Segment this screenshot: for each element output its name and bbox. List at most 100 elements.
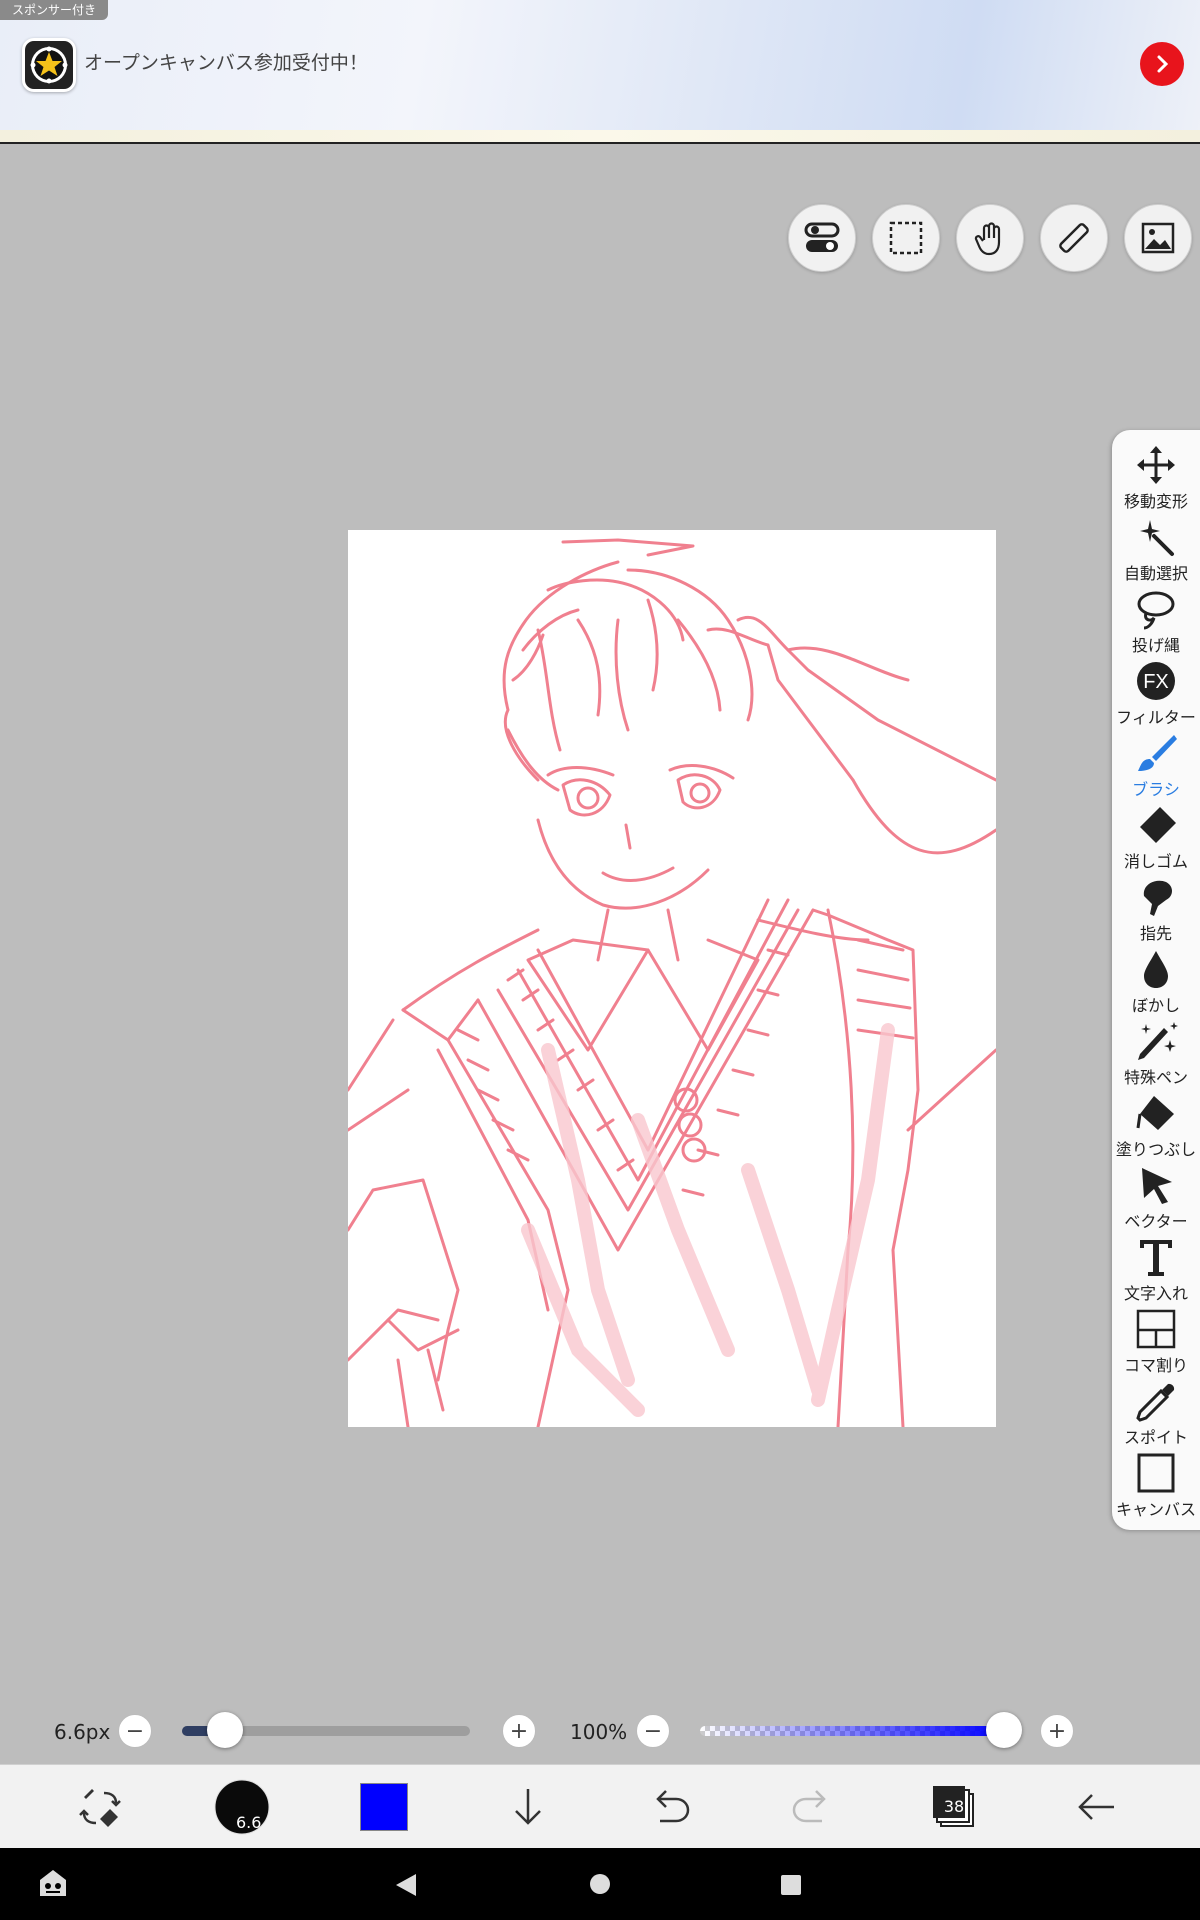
tool-filter[interactable]: FX フィルター (1112, 660, 1200, 732)
selection-icon (889, 221, 923, 255)
tool-label: キャンバス (1115, 1500, 1196, 1519)
tool-label: 塗りつぶし (1115, 1140, 1197, 1159)
tool-label: 特殊ペン (1123, 1068, 1188, 1087)
tool-vector[interactable]: ベクター (1112, 1164, 1200, 1236)
bucket-icon (1136, 1096, 1174, 1130)
toggle-button[interactable] (788, 204, 856, 272)
app-logo-icon (22, 38, 76, 92)
canvas-icon (1137, 1453, 1175, 1493)
redo-icon (792, 1790, 826, 1823)
fx-icon: FX (1137, 662, 1175, 700)
minus-icon: − (643, 1718, 663, 1744)
system-nav-bar (0, 1848, 1200, 1920)
tool-label: 指先 (1139, 924, 1172, 943)
tool-lasso[interactable]: 投げ縄 (1112, 588, 1200, 660)
opacity-decrease-button[interactable]: − (636, 1714, 670, 1748)
arrow-cursor-icon (1142, 1168, 1172, 1204)
minus-icon: − (125, 1718, 145, 1744)
tool-label: 移動変形 (1123, 492, 1188, 511)
tool-fill[interactable]: 塗りつぶし (1112, 1092, 1200, 1164)
swap-tool-button[interactable] (70, 1777, 130, 1837)
tool-panel-split[interactable]: コマ割り (1112, 1308, 1200, 1380)
tool-label: 消しゴム (1123, 852, 1188, 871)
back-button[interactable] (1066, 1777, 1126, 1837)
ad-stripe (0, 130, 1200, 142)
ruler-icon (1059, 223, 1089, 253)
hand-button[interactable] (956, 204, 1024, 272)
brush-icon (1138, 735, 1177, 771)
tool-label: コマ割り (1123, 1356, 1188, 1375)
tool-label: 投げ縄 (1131, 636, 1180, 655)
tool-canvas[interactable]: キャンバス (1112, 1452, 1200, 1524)
sketch-artwork (348, 538, 996, 1427)
size-increase-button[interactable]: + (502, 1714, 536, 1748)
bottom-toolbar: 6.6 38 (0, 1764, 1200, 1849)
ad-text[interactable]: オープンキャンバス参加受付中！ (84, 48, 368, 75)
brush-preview-button[interactable]: 6.6 (212, 1777, 272, 1837)
layers-count: 38 (943, 1797, 965, 1816)
sponsor-label: スポンサー付き (0, 0, 109, 20)
tool-move[interactable]: 移動変形 (1112, 444, 1200, 516)
svg-text:FX: FX (1143, 671, 1169, 693)
plus-icon: + (509, 1718, 529, 1744)
brush-preview-label: 6.6 (236, 1813, 262, 1832)
tool-blur[interactable]: ぼかし (1112, 948, 1200, 1020)
size-decrease-button[interactable]: − (118, 1714, 152, 1748)
magic-wand-icon (1140, 520, 1174, 556)
arrow-down-icon (515, 1789, 541, 1825)
panel-icon (1136, 1309, 1176, 1349)
tool-eyedropper[interactable]: スポイト (1112, 1380, 1200, 1452)
layers-button[interactable]: 38 (924, 1777, 984, 1837)
ruler-button[interactable] (1040, 204, 1108, 272)
brush-size-value: 6.6px (54, 1720, 111, 1744)
image-button[interactable] (1124, 204, 1192, 272)
nav-recents-button[interactable] (780, 1874, 802, 1900)
tool-label: フィルター (1116, 708, 1196, 727)
undo-button[interactable] (640, 1777, 700, 1837)
accessibility-button[interactable] (36, 1866, 70, 1904)
opacity-increase-button[interactable]: + (1040, 1714, 1074, 1748)
undo-icon (656, 1790, 690, 1823)
smudge-icon (1143, 880, 1172, 916)
color-button[interactable] (354, 1777, 414, 1837)
selection-button[interactable] (872, 204, 940, 272)
ad-banner[interactable]: スポンサー付き オープンキャンバス参加受付中！ (0, 0, 1200, 144)
keyboard-tools-icon (40, 1870, 66, 1896)
image-icon (1141, 222, 1175, 254)
eyedropper-icon (1136, 1383, 1175, 1422)
tool-label: ブラシ (1132, 780, 1180, 799)
nav-home-button[interactable] (588, 1872, 612, 1900)
tool-label: スポイト (1123, 1428, 1188, 1447)
redo-button[interactable] (782, 1777, 842, 1837)
tool-auto-select[interactable]: 自動選択 (1112, 516, 1200, 588)
tool-special-pen[interactable]: 特殊ペン (1112, 1020, 1200, 1092)
color-swatch (360, 1783, 408, 1831)
chevron-right-icon (1157, 55, 1169, 73)
tool-label: ベクター (1124, 1212, 1188, 1231)
tool-text[interactable]: 文字入れ (1112, 1236, 1200, 1308)
drawing-canvas[interactable] (348, 530, 996, 1427)
download-button[interactable] (498, 1777, 558, 1837)
sparkle-pen-icon (1138, 1022, 1178, 1060)
hand-icon (974, 222, 1001, 256)
opacity-slider-knob[interactable] (986, 1712, 1022, 1748)
tool-finger[interactable]: 指先 (1112, 876, 1200, 948)
tool-eraser[interactable]: 消しゴム (1112, 804, 1200, 876)
square-recents-icon (781, 1875, 801, 1895)
pen-eraser-swap-icon (79, 1789, 121, 1827)
circle-home-icon (590, 1874, 610, 1894)
plus-icon: + (1047, 1718, 1067, 1744)
ad-open-button[interactable] (1140, 42, 1184, 86)
triangle-back-icon (396, 1874, 416, 1896)
toggle-icon (804, 222, 840, 252)
nav-back-button[interactable] (394, 1872, 418, 1902)
arrow-left-icon (1078, 1794, 1114, 1820)
size-slider-knob[interactable] (207, 1712, 244, 1748)
tool-panel: 移動変形 自動選択 投げ縄 FX フィルター ブラシ 消しゴム 指先 ぼかし 特… (1112, 430, 1200, 1530)
tool-label: 文字入れ (1123, 1284, 1188, 1303)
text-icon (1140, 1240, 1172, 1276)
tool-brush[interactable]: ブラシ (1112, 732, 1200, 804)
opacity-slider[interactable] (700, 1726, 1004, 1736)
brush-settings-row: 6.6px − + 100% − + (0, 1700, 1200, 1764)
move-icon (1137, 446, 1175, 484)
